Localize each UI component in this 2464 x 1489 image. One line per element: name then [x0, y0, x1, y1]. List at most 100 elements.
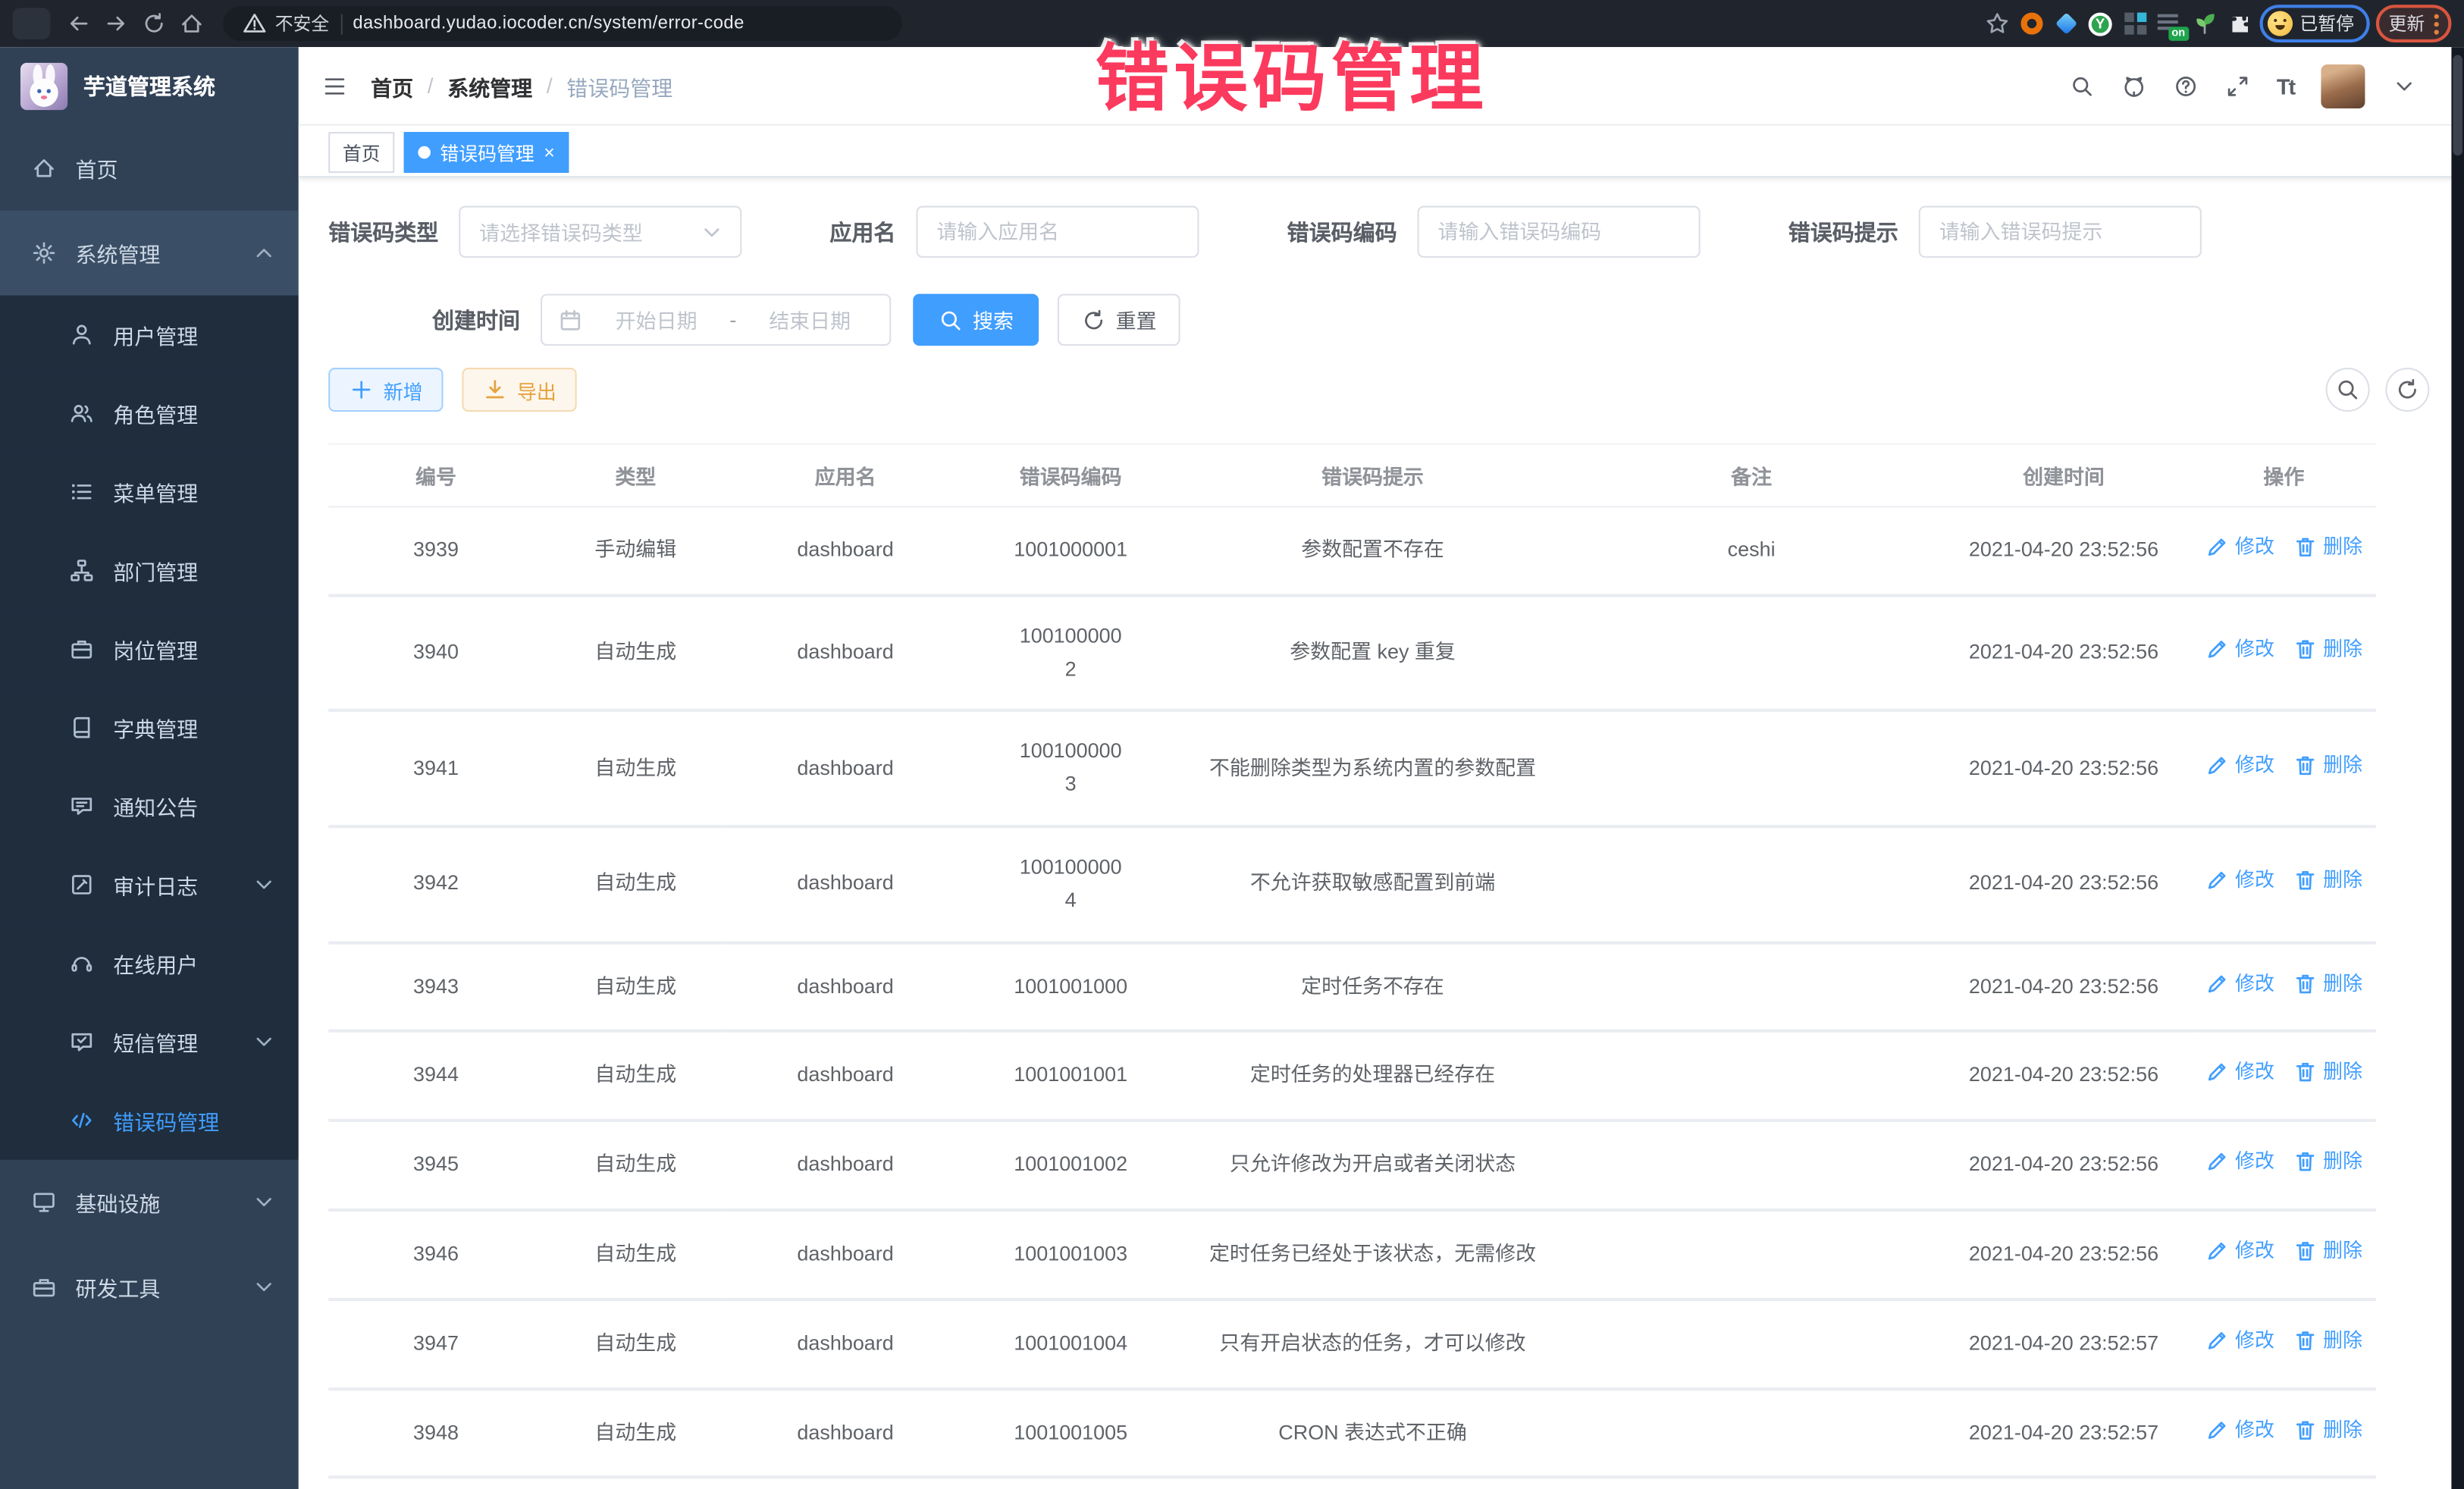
extensions-puzzle-icon[interactable]	[2224, 9, 2252, 37]
gear-icon	[31, 240, 56, 265]
breadcrumb-system[interactable]: 系统管理	[447, 70, 532, 101]
add-button[interactable]: 新增	[328, 368, 443, 412]
sidebar-item-posts[interactable]: 岗位管理	[0, 610, 299, 688]
page-title-annotation: 错误码管理	[1096, 17, 1488, 126]
user-avatar[interactable]	[2321, 64, 2365, 108]
app-name-input[interactable]	[916, 206, 1199, 258]
delete-link[interactable]: 删除	[2293, 1414, 2362, 1445]
extension-orange-ring-icon[interactable]	[2017, 9, 2045, 37]
help-icon[interactable]	[2173, 73, 2198, 98]
app-logo[interactable]: 芋道管理系统	[0, 47, 299, 126]
delete-link[interactable]: 删除	[2293, 967, 2362, 998]
browser-update-button[interactable]: 更新	[2376, 5, 2451, 42]
edit-link[interactable]: 修改	[2205, 1146, 2274, 1177]
delete-link[interactable]: 删除	[2293, 1324, 2362, 1356]
toggle-search-button[interactable]	[2326, 368, 2370, 412]
delete-link[interactable]: 删除	[2293, 749, 2362, 780]
export-button[interactable]: 导出	[462, 368, 576, 412]
browser-profile-chip[interactable]: 已暂停	[2259, 5, 2370, 42]
security-status[interactable]: 不安全	[242, 11, 329, 36]
sidebar-item-home[interactable]: 首页	[0, 126, 299, 211]
extension-list-on-icon[interactable]: on	[2155, 9, 2183, 37]
error-code-input[interactable]	[1418, 206, 1701, 258]
edit-link[interactable]: 修改	[2205, 749, 2274, 780]
sidebar-item-users[interactable]: 用户管理	[0, 296, 299, 375]
hamburger-icon[interactable]	[322, 73, 347, 98]
search-icon[interactable]	[2069, 73, 2094, 98]
extension-leaf-icon[interactable]	[2190, 9, 2218, 37]
refresh-table-button[interactable]	[2385, 368, 2429, 412]
table-row: 3945自动生成dashboard1001001002只允许修改为开启或者关闭状…	[328, 1121, 2376, 1210]
cell-message: 定时任务已经处于该状态，无需修改	[1178, 1210, 1567, 1299]
browser-home-button[interactable]	[176, 8, 207, 39]
create-time-range-picker[interactable]: 开始日期 - 结束日期	[541, 294, 891, 346]
home-icon	[31, 155, 56, 180]
edit-link[interactable]: 修改	[2205, 634, 2274, 665]
sidebar-item-dev-tools[interactable]: 研发工具	[0, 1245, 299, 1330]
extension-green-y-icon[interactable]: Y	[2086, 9, 2114, 37]
cell-id: 3944	[328, 1031, 544, 1121]
date-separator: -	[729, 308, 736, 331]
cell-message: 参数配置不存在	[1178, 506, 1567, 595]
sidebar-item-dictionary[interactable]: 字典管理	[0, 688, 299, 767]
search-button[interactable]: 搜索	[913, 294, 1039, 346]
dictionary-icon	[69, 715, 94, 740]
tab-error-code[interactable]: 错误码管理 ×	[404, 132, 569, 173]
sidebar-item-error-codes[interactable]: 错误码管理	[0, 1081, 299, 1160]
edit-link[interactable]: 修改	[2205, 1057, 2274, 1088]
sidebar-item-infrastructure[interactable]: 基础设施	[0, 1160, 299, 1245]
sidebar-item-system[interactable]: 系统管理	[0, 211, 299, 296]
sidebar-item-sms[interactable]: 短信管理	[0, 1002, 299, 1081]
browser-reload-button[interactable]	[138, 8, 169, 39]
fullscreen-icon[interactable]	[2224, 73, 2249, 98]
chevron-down-icon[interactable]	[2392, 73, 2417, 98]
browser-back-button[interactable]	[63, 8, 94, 39]
reload-icon	[142, 11, 167, 36]
sidebar-item-announcements[interactable]: 通知公告	[0, 766, 299, 845]
add-button-label: 新增	[384, 375, 423, 404]
address-bar[interactable]: 不安全 dashboard.yudao.iocoder.cn/system/er…	[223, 6, 901, 41]
breadcrumb-home[interactable]: 首页	[371, 70, 413, 101]
user-icon	[69, 322, 94, 347]
scrollbar-thumb[interactable]	[2453, 55, 2462, 156]
edit-link[interactable]: 修改	[2205, 1235, 2274, 1266]
tab-home[interactable]: 首页	[328, 132, 394, 173]
sidebar-item-menus[interactable]: 菜单管理	[0, 453, 299, 531]
edit-link[interactable]: 修改	[2205, 1414, 2274, 1445]
delete-link[interactable]: 删除	[2293, 1057, 2362, 1088]
delete-link[interactable]: 删除	[2293, 531, 2362, 563]
delete-link[interactable]: 删除	[2293, 634, 2362, 665]
sidebar-item-online-users[interactable]: 在线用户	[0, 924, 299, 1003]
font-size-icon[interactable]: Tt	[2277, 73, 2294, 98]
browser-forward-button[interactable]	[101, 8, 132, 39]
cell-id: 3945	[328, 1121, 544, 1210]
delete-link[interactable]: 删除	[2293, 1235, 2362, 1266]
extension-blue-gem-icon[interactable]	[2052, 9, 2080, 37]
filter-label-error-hint: 错误码提示	[1788, 216, 1898, 247]
error-hint-input[interactable]	[1919, 206, 2202, 258]
bookmark-star-icon[interactable]	[1983, 9, 2011, 37]
cell-code: 1001001004	[963, 1299, 1178, 1389]
error-code-type-select[interactable]: 请选择错误码类型	[459, 206, 741, 258]
edit-link[interactable]: 修改	[2205, 865, 2274, 896]
scrollbar[interactable]	[2451, 47, 2464, 1489]
sidebar-item-departments[interactable]: 部门管理	[0, 531, 299, 610]
users-icon	[69, 401, 94, 426]
delete-link[interactable]: 删除	[2293, 1146, 2362, 1177]
sidebar-item-roles[interactable]: 角色管理	[0, 374, 299, 453]
edit-link[interactable]: 修改	[2205, 1324, 2274, 1356]
extension-grid-icon[interactable]	[2121, 9, 2149, 37]
profile-label: 已暂停	[2299, 11, 2354, 36]
toolbar: 新增 导出	[328, 368, 2429, 412]
edit-icon	[2205, 868, 2230, 893]
edit-link[interactable]: 修改	[2205, 967, 2274, 998]
edit-link[interactable]: 修改	[2205, 531, 2274, 563]
table-header-row: 编号类型应用名错误码编码错误码提示备注创建时间操作	[328, 444, 2376, 507]
reset-button[interactable]: 重置	[1058, 294, 1180, 346]
github-icon[interactable]	[2121, 73, 2146, 98]
sidebar-item-audit-log[interactable]: 审计日志	[0, 845, 299, 924]
close-icon[interactable]: ×	[544, 143, 555, 162]
chevron-down-icon	[252, 1274, 277, 1299]
browser-menu-icon[interactable]	[2434, 14, 2439, 34]
delete-link[interactable]: 删除	[2293, 865, 2362, 896]
